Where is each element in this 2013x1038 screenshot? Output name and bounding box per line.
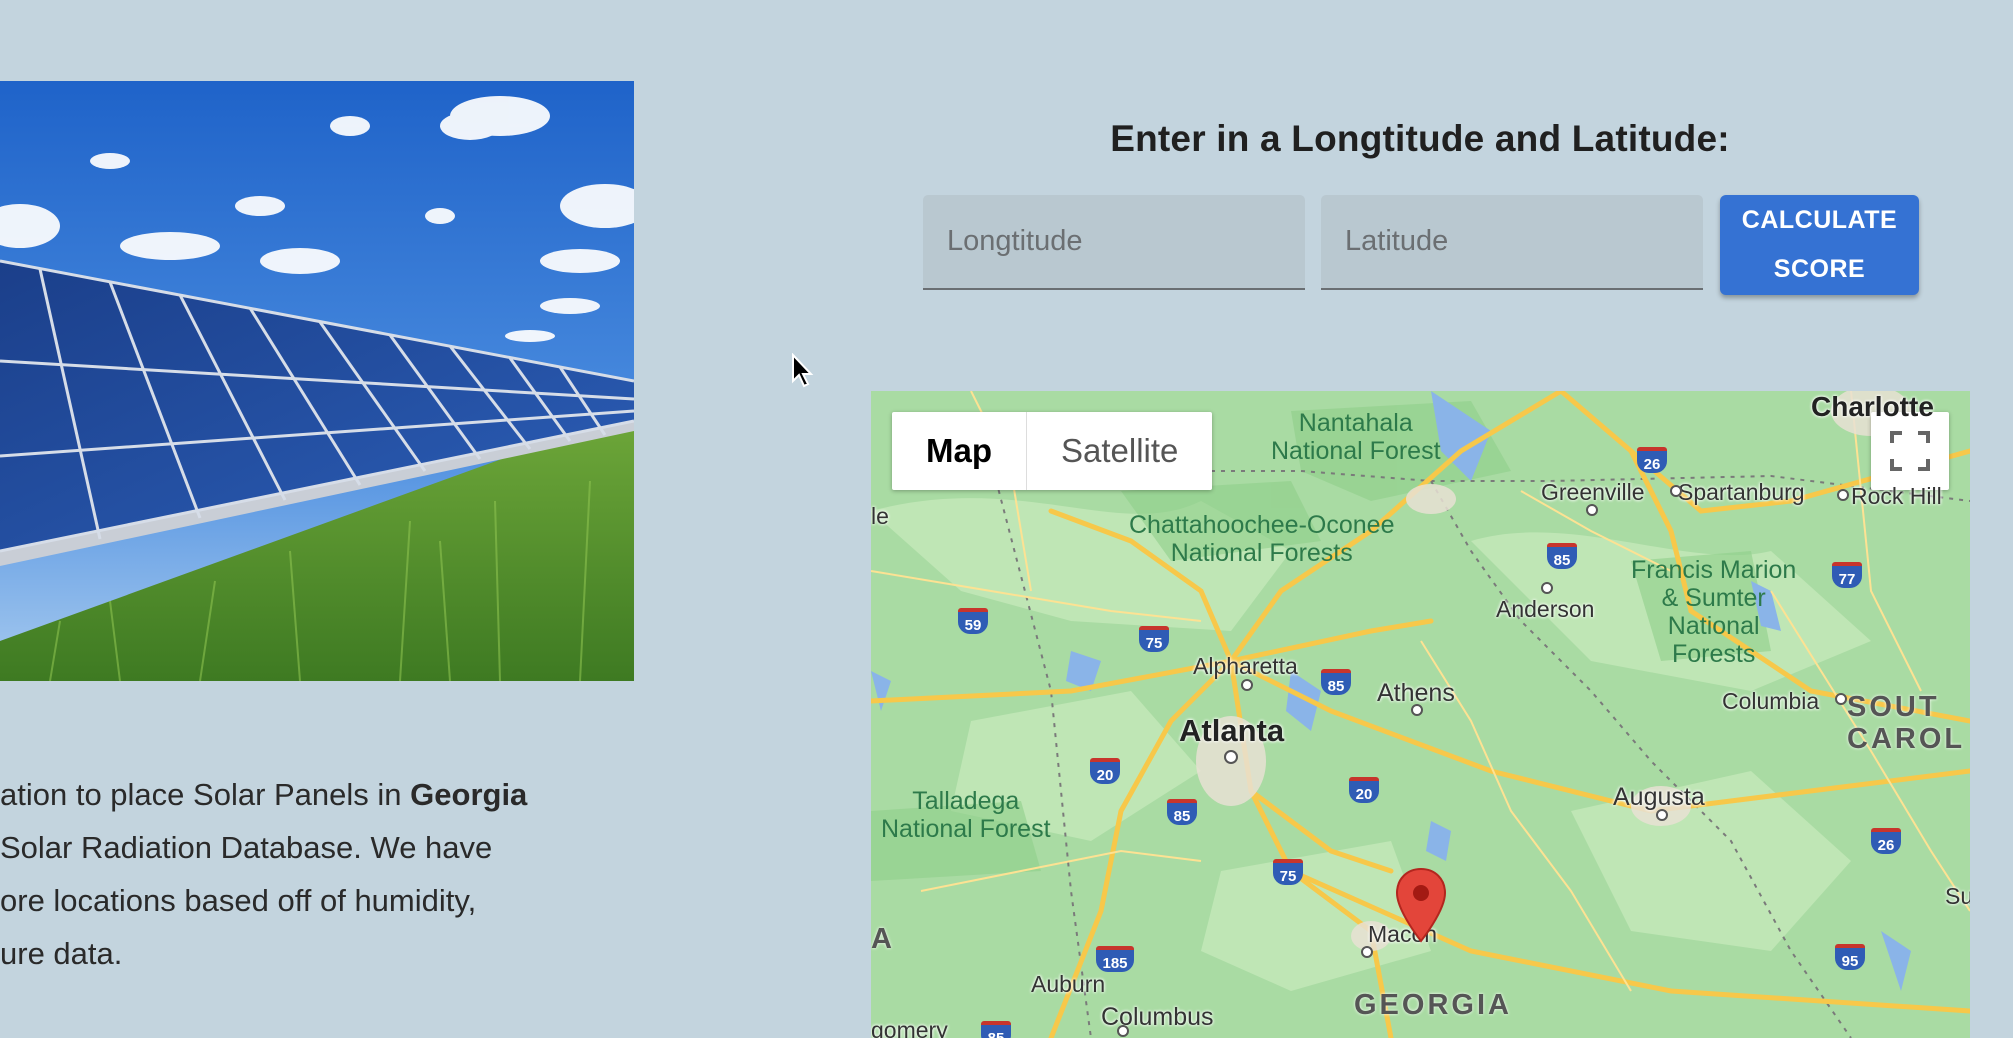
calculate-score-button[interactable]: CALCULATE SCORE <box>1720 195 1919 295</box>
description-bold-state: Georgia <box>410 777 528 812</box>
mouse-cursor-icon <box>792 353 814 388</box>
google-map[interactable]: Map Satellite Nantahala National Forest … <box>871 391 1970 1038</box>
longitude-field[interactable] <box>923 195 1305 290</box>
latitude-field[interactable] <box>1321 195 1703 290</box>
calculate-label-line-2: SCORE <box>1773 255 1866 283</box>
description-line-2: Solar Radiation Database. We have <box>0 830 493 865</box>
latitude-input[interactable] <box>1321 195 1703 288</box>
description-line-3: ore locations based off of humidity, <box>0 883 477 918</box>
description-text: ation to place Solar Panels in Georgia S… <box>0 768 640 980</box>
description-line-4: ure data. <box>0 936 123 971</box>
input-panel-title: Enter in a Longtitude and Latitude: <box>1110 118 1730 159</box>
description-line-1: ation to place Solar Panels in Georgia <box>0 777 528 812</box>
map-pin-icon[interactable] <box>1395 867 1447 943</box>
longitude-input[interactable] <box>923 195 1305 288</box>
calculate-label-line-1: CALCULATE <box>1741 206 1898 234</box>
solar-panel-photo <box>0 81 634 681</box>
